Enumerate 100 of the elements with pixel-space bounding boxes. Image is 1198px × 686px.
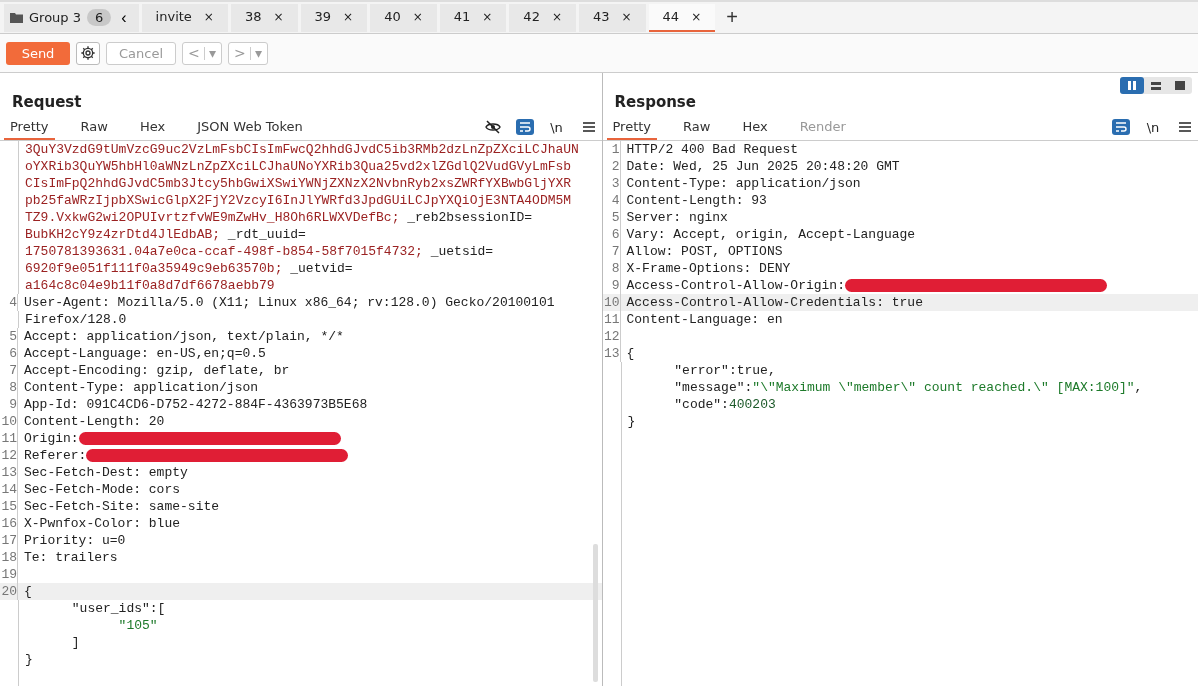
code-line: Sec-Fetch-Site: same-site (24, 498, 220, 515)
view-tab[interactable]: Pretty (606, 116, 658, 140)
view-tab[interactable]: Pretty (4, 116, 55, 140)
stacked-icon (1151, 81, 1161, 90)
single-pane-icon (1175, 81, 1185, 90)
code-line: { (626, 345, 635, 362)
newline-toggle[interactable]: \n (547, 119, 566, 135)
code-line: Content-Length: 93 (626, 192, 767, 209)
line-number: 18 (0, 549, 18, 566)
new-tab-button[interactable]: + (718, 6, 746, 29)
code-line: Sec-Fetch-Dest: empty (24, 464, 188, 481)
code-line: 1750781393631.04a7e0ca-ccaf-498f-b854-58f7015f4732; _uetsid= (25, 243, 494, 260)
line-number: 5 (0, 328, 18, 345)
code-line: App-Id: 091C4CD6-D752-4272-884F-4363973B5E68 (24, 396, 368, 413)
line-number: 3 (602, 175, 621, 192)
line-number: 8 (602, 260, 621, 277)
code-line: CIsImFpQ2hhdGJvdC5mb3Jtcy5hbGwiXSwiYWNjZXNzX2NvbnRyb2xsZWRfYXBwbGljYXR (25, 175, 572, 192)
code-line: Origin: (24, 430, 79, 447)
request-tab[interactable]: 39 × (300, 3, 368, 32)
code-line: Vary: Accept, origin, Accept-Language (626, 226, 916, 243)
line-number: 12 (602, 328, 621, 345)
code-line: 3QuY3VzdG9tUmVzcG9uc2VzLmFsbCIsImFwcQ2hhdGJvdC5ib3RMb2dzLnZpZXciLCJhaUN (25, 141, 579, 158)
code-line: Content-Language: en (626, 311, 783, 328)
code-line: Firefox/128.0 (25, 311, 127, 328)
newline-toggle[interactable]: \n (1144, 119, 1162, 135)
line-number: 1 (602, 141, 621, 158)
code-line: Priority: u=0 (24, 532, 126, 549)
settings-icon (80, 45, 96, 61)
code-line: "message":"\"Maximum \"member\" count reached.\" [MAX:100]", (673, 379, 1143, 396)
line-number: 6 (602, 226, 621, 243)
request-tab[interactable]: 40 × (370, 3, 437, 32)
line-number: 4 (0, 294, 18, 311)
code-line: Referer: (24, 447, 87, 464)
line-number: 11 (0, 430, 18, 447)
request-tab[interactable]: invite × (141, 3, 228, 32)
line-number: 16 (0, 515, 18, 532)
code-line: } (25, 651, 33, 668)
code-line: HTTP/2 400 Bad Request (626, 141, 799, 158)
line-number: 20 (0, 583, 18, 600)
pane-title: Response (613, 93, 697, 113)
code-line: X-Pwnfox-Color: blue (24, 515, 181, 532)
collapse-button[interactable]: ‹ (117, 8, 131, 27)
code-line: { (24, 583, 32, 600)
line-number: 10 (602, 294, 621, 311)
line-number: 2 (602, 158, 621, 175)
code-line: TZ9.VxkwG2wi2OPUIvrtzfvWE9mZwHv_H8Oh6RLWXVDefBc; _reb2bsessionID= (25, 209, 533, 226)
view-tab[interactable]: Hex (736, 116, 774, 140)
line-number: 14 (0, 481, 18, 498)
code-line: Accept-Language: en-US,en;q=0.5 (24, 345, 266, 362)
code-line: Accept-Encoding: gzip, deflate, br (24, 362, 290, 379)
view-tab[interactable]: Hex (133, 116, 172, 140)
line-number: 15 (0, 498, 18, 515)
settings-button[interactable] (76, 41, 100, 65)
line-number: 6 (0, 345, 18, 362)
code-line: pb25faWRzIjpbXSwicGlpX2FjY2VzcyI6InJlYWRfd3JpdGUiLCJpYXQiOjE3NTA4ODM5M (25, 192, 572, 209)
code-line: Access-Control-Allow-Origin: (626, 277, 845, 294)
code-line: Content-Length: 20 (24, 413, 165, 430)
code-line: } (627, 413, 636, 430)
line-number: 10 (0, 413, 18, 430)
code-line: Content-Type: application/json (626, 175, 861, 192)
line-number: 13 (0, 464, 18, 481)
line-number: 17 (0, 532, 18, 549)
tab-count: 6 (87, 9, 112, 26)
request-tab[interactable]: 41 × (439, 3, 507, 32)
scrollbar[interactable] (592, 544, 598, 682)
view-tab[interactable]: Raw (677, 116, 717, 140)
menu-icon[interactable] (1176, 119, 1194, 135)
code-line: ] (70, 634, 80, 651)
line-number: 13 (602, 345, 621, 362)
view-tab[interactable]: Raw (74, 116, 114, 140)
code-line: oYXRib3QuYW5hbHl0aWNzLnZpZXciLCJhaUNoYXRib3Qua25vd2xlZGdlQ2VudGVyLmFsb (25, 158, 572, 175)
request-tab[interactable]: 43 × (578, 3, 646, 32)
code-line: "user_ids":[ (70, 600, 166, 617)
pane-title: Request (11, 93, 83, 113)
line-number: 11 (602, 311, 621, 328)
request-tab[interactable]: 44 × (648, 3, 716, 32)
code-line: X-Frame-Options: DENY (626, 260, 791, 277)
request-tab[interactable]: 38 × (230, 3, 298, 32)
line-number: 7 (602, 243, 621, 260)
wrap-lines-icon[interactable] (1112, 119, 1130, 135)
code-line: "error":true, (673, 362, 776, 379)
side-by-side-icon (1127, 81, 1137, 90)
layout-toggle[interactable] (1120, 77, 1144, 94)
line-number: 12 (0, 447, 18, 464)
wrap-lines-icon[interactable] (515, 119, 534, 135)
code-line: Server: nginx (626, 209, 728, 226)
request-tab[interactable]: 42 × (509, 3, 576, 32)
code-line: Content-Type: application/json (24, 379, 259, 396)
code-line: a164c8c04e9b11f0a8d7df6678aebb79 (25, 277, 275, 294)
code-line: Accept: application/json, text/plain, */* (24, 328, 344, 345)
line-number: 4 (602, 192, 621, 209)
hide-icon[interactable] (483, 119, 502, 135)
line-number: 8 (0, 379, 18, 396)
code-line: BubKH2cY9z4zrDtd4JlEdbAB; _rdt_uuid= (25, 226, 306, 243)
view-tab[interactable]: JSON Web Token (191, 116, 309, 140)
line-number: 5 (602, 209, 621, 226)
line-number: 9 (0, 396, 18, 413)
folder-icon (10, 12, 23, 23)
code-line: 6920f9e051f111f0a35949c9eb63570b; _uetvid= (25, 260, 353, 277)
code-line: Access-Control-Allow-Credentials: true (626, 294, 923, 311)
